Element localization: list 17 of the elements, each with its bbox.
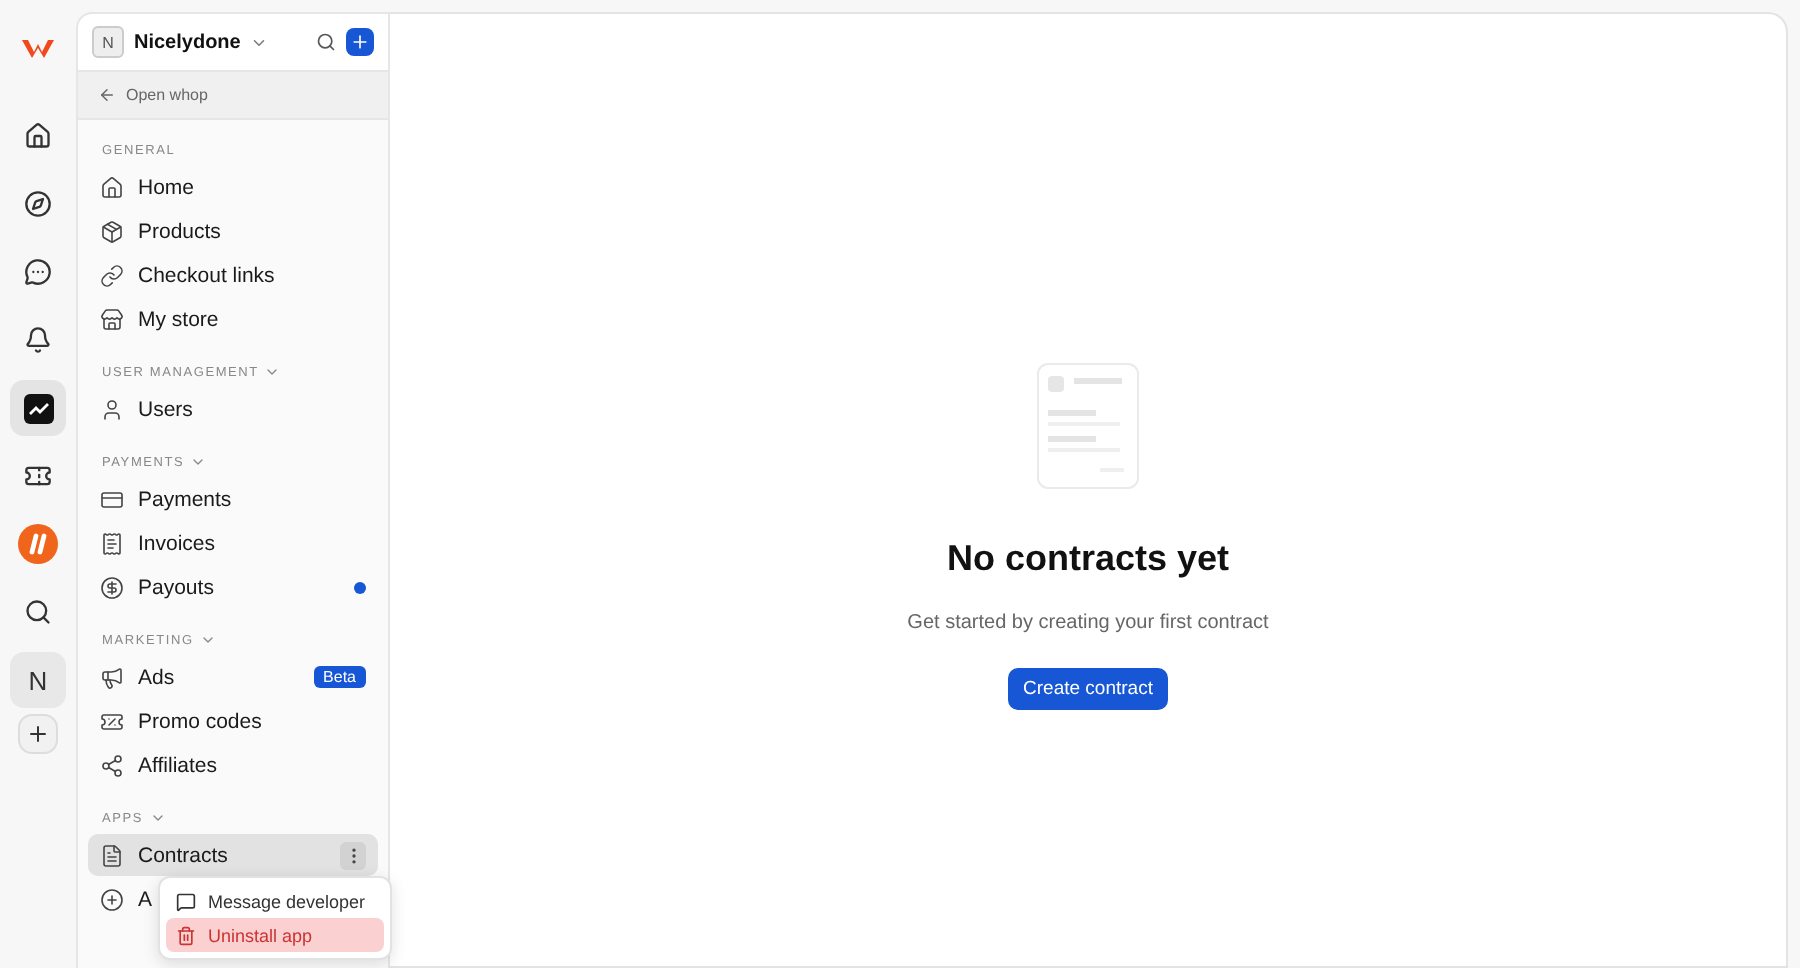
nav-item-label: Payouts [138,575,214,599]
nav-item-label: Payments [138,487,232,511]
nav-item-label: Invoices [138,531,216,555]
nav-item-label: Checkout links [138,263,275,287]
nav-item-label: My store [138,307,219,331]
empty-subtitle: Get started by creating your first contract [907,612,1269,634]
nav-item-label: Affiliates [138,753,217,777]
nav-item-label: A [138,887,153,911]
nav-item-label: Promo codes [138,709,262,733]
nav-item-label: Home [138,175,195,199]
nav-item-label: Contracts [138,843,228,867]
empty-title: No contracts yet [946,538,1230,580]
nav-item-label: Users [138,397,193,421]
beta-badge: Beta [313,666,366,688]
nav-item-label: Ads [138,665,175,689]
nav-item-label: Products [138,219,221,243]
workspace-initial: N [92,26,124,58]
